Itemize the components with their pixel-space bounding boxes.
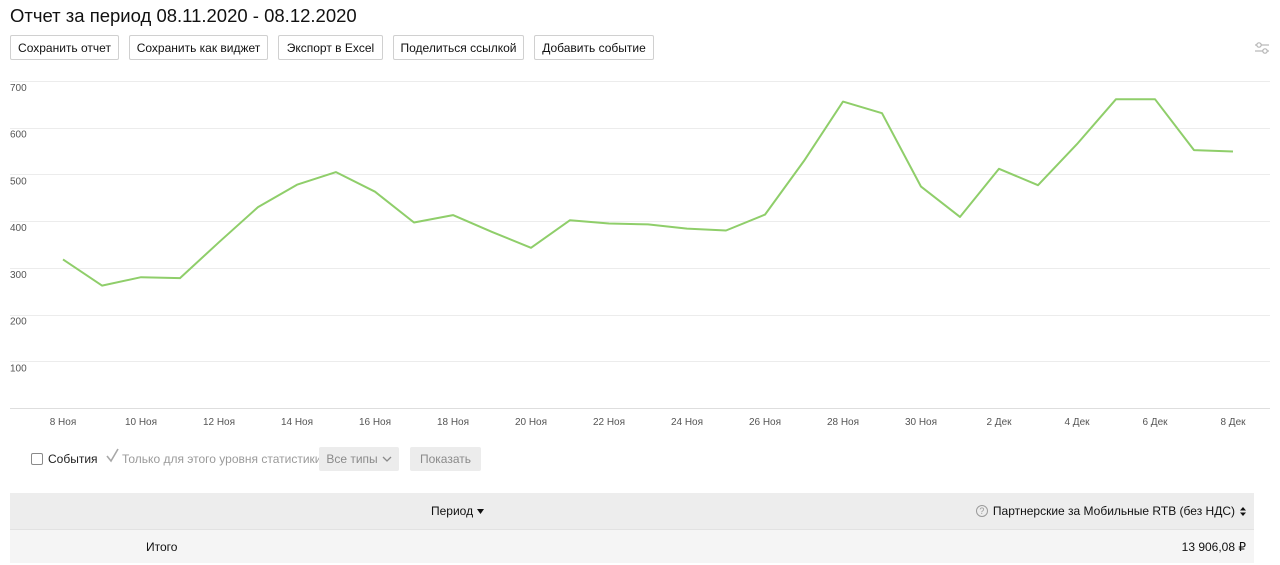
x-tick-label: 18 Ноя — [437, 417, 469, 428]
column-period-label: Период — [431, 504, 474, 518]
x-tick-label: 8 Дек — [1220, 417, 1246, 428]
y-tick-label: 200 — [10, 317, 27, 328]
x-tick-label: 28 Ноя — [827, 417, 859, 428]
only-this-level-label: Только для этого уровня статистики — [122, 452, 322, 466]
add-event-button[interactable]: Добавить событие — [534, 35, 654, 60]
x-tick-label: 22 Ноя — [593, 417, 625, 428]
x-tick-label: 14 Ноя — [281, 417, 313, 428]
events-checkbox-label: События — [48, 452, 98, 466]
stats-table: Период ? Партнерские за Мобильные RTB (б… — [10, 493, 1254, 563]
x-tick-label: 20 Ноя — [515, 417, 547, 428]
x-tick-label: 10 Ноя — [125, 417, 157, 428]
column-revenue-header[interactable]: ? Партнерские за Мобильные RTB (без НДС) — [975, 504, 1246, 518]
help-icon[interactable]: ? — [975, 505, 988, 517]
y-tick-label: 300 — [10, 270, 27, 281]
event-types-label: Все типы — [326, 452, 378, 466]
sort-icon — [1240, 506, 1246, 516]
x-tick-label: 4 Дек — [1064, 417, 1090, 428]
x-tick-label: 30 Ноя — [905, 417, 937, 428]
x-tick-label: 6 Дек — [1142, 417, 1168, 428]
events-checkbox[interactable] — [31, 453, 43, 465]
events-filter-bar: События Только для этого уровня статисти… — [0, 446, 1280, 472]
y-tick-label: 400 — [10, 223, 27, 234]
share-link-button[interactable]: Поделиться ссылкой — [393, 35, 524, 60]
revenue-line-chart: 100 200 300 400 500 600 700 8 Ноя 10 Ноя 12 Ноя 1… — [10, 81, 1270, 428]
chart-gridlines — [10, 81, 1270, 409]
y-tick-label: 600 — [10, 130, 27, 141]
x-axis-ticks: 8 Ноя 10 Ноя 12 Ноя 14 Ноя 16 Ноя 18 Ноя 20 Но… — [50, 417, 1246, 428]
series-line — [62, 98, 1234, 287]
x-tick-label: 12 Ноя — [203, 417, 235, 428]
report-toolbar: Сохранить отчет Сохранить как виджет Экс… — [10, 35, 654, 60]
check-icon[interactable] — [105, 448, 120, 464]
x-tick-label: 2 Дек — [986, 417, 1012, 428]
chevron-down-icon — [382, 456, 392, 462]
x-tick-label: 24 Ноя — [671, 417, 703, 428]
y-tick-label: 700 — [10, 83, 27, 94]
save-report-button[interactable]: Сохранить отчет — [10, 35, 119, 60]
column-revenue-label: Партнерские за Мобильные RTB (без НДС) — [992, 504, 1235, 518]
sort-down-icon — [477, 508, 485, 514]
page-title: Отчет за период 08.11.2020 - 08.12.2020 — [10, 5, 357, 26]
show-events-button[interactable]: Показать — [410, 447, 481, 471]
x-tick-label: 26 Ноя — [749, 417, 781, 428]
table-row: Итого 13 906,08 ₽ — [10, 529, 1254, 563]
save-as-widget-button[interactable]: Сохранить как виджет — [129, 35, 268, 60]
column-period-header[interactable]: Период — [431, 504, 485, 518]
x-tick-label: 8 Ноя — [50, 417, 77, 428]
export-excel-button[interactable]: Экспорт в Excel — [278, 35, 383, 60]
x-tick-label: 16 Ноя — [359, 417, 391, 428]
y-tick-label: 500 — [10, 176, 27, 187]
y-tick-label: 100 — [10, 363, 27, 374]
sliders-icon[interactable] — [1254, 40, 1270, 56]
total-label: Итого — [146, 540, 178, 554]
y-axis-ticks: 100 200 300 400 500 600 700 — [10, 83, 27, 374]
table-header: Период ? Партнерские за Мобильные RTB (б… — [10, 493, 1254, 529]
event-types-dropdown[interactable]: Все типы — [319, 447, 399, 471]
total-value: 13 906,08 ₽ — [1181, 540, 1246, 554]
